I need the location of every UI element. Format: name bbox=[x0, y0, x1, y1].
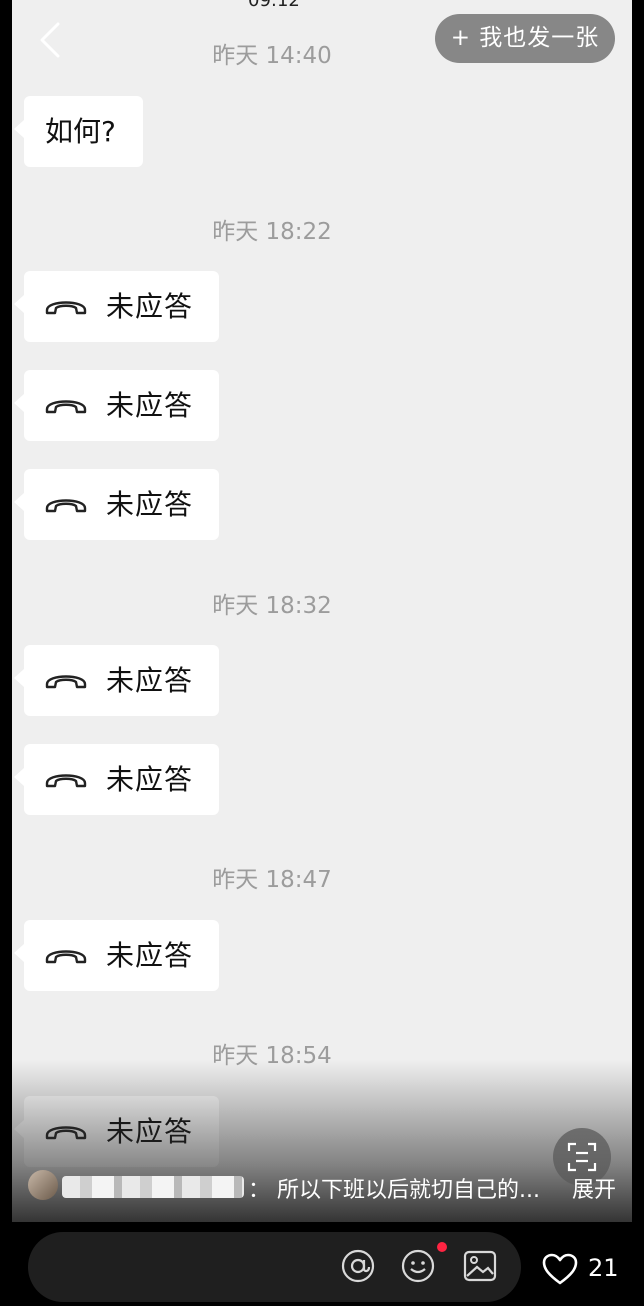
timestamp: 昨天 14:40 bbox=[212, 43, 332, 69]
notification-dot bbox=[437, 1242, 447, 1252]
caption-text: ： 所以下班以后就切自己的... bbox=[248, 1178, 540, 1203]
missed-call-bubble[interactable]: 未应答 bbox=[14, 744, 219, 815]
phone-hangup-icon bbox=[45, 301, 87, 315]
avatar[interactable] bbox=[28, 1170, 58, 1200]
emoji-icon[interactable] bbox=[400, 1248, 436, 1284]
missed-call-label: 未应答 bbox=[106, 939, 194, 972]
missed-call-label: 未应答 bbox=[106, 763, 194, 796]
like-count: 21 bbox=[588, 1254, 619, 1282]
phone-hangup-icon bbox=[45, 499, 87, 513]
missed-call-bubble[interactable]: 未应答 bbox=[14, 271, 219, 342]
expand-link[interactable]: 展开 bbox=[572, 1172, 616, 1204]
heart-icon[interactable] bbox=[541, 1252, 579, 1286]
image-icon[interactable] bbox=[462, 1248, 498, 1284]
message-text: 如何? bbox=[45, 115, 116, 148]
missed-call-label: 未应答 bbox=[106, 664, 194, 697]
phone-hangup-icon bbox=[45, 950, 87, 964]
phone-hangup-icon bbox=[45, 400, 87, 414]
screen-edge bbox=[632, 0, 644, 1222]
missed-call-bubble[interactable]: 未应答 bbox=[14, 370, 219, 441]
at-icon[interactable] bbox=[340, 1248, 376, 1284]
comment-input[interactable] bbox=[28, 1232, 521, 1302]
missed-call-bubble[interactable]: 未应答 bbox=[14, 920, 219, 991]
timestamp: 昨天 18:47 bbox=[212, 867, 332, 893]
phone-hangup-icon bbox=[45, 774, 87, 788]
text-message-bubble: 如何? bbox=[14, 96, 143, 167]
missed-call-label: 未应答 bbox=[106, 290, 194, 323]
chat-screenshot: 09:12 + 我也发一张 昨天 14:40 如何? 昨天 18:22 未应答 … bbox=[12, 0, 632, 1222]
missed-call-label: 未应答 bbox=[106, 488, 194, 521]
phone-hangup-icon bbox=[45, 675, 87, 689]
bottom-action-bar: 21 bbox=[0, 1222, 644, 1306]
missed-call-bubble[interactable]: 未应答 bbox=[14, 645, 219, 716]
status-time: 09:12 bbox=[248, 0, 300, 11]
post-caption[interactable]: ████ ： 所以下班以后就切自己的... 展开 bbox=[26, 1166, 626, 1212]
timestamp: 昨天 18:32 bbox=[212, 593, 332, 619]
timestamp: 昨天 18:22 bbox=[212, 219, 332, 245]
missed-call-label: 未应答 bbox=[106, 389, 194, 422]
user-name-redacted[interactable]: ████ bbox=[62, 1176, 244, 1198]
missed-call-bubble[interactable]: 未应答 bbox=[14, 469, 219, 540]
